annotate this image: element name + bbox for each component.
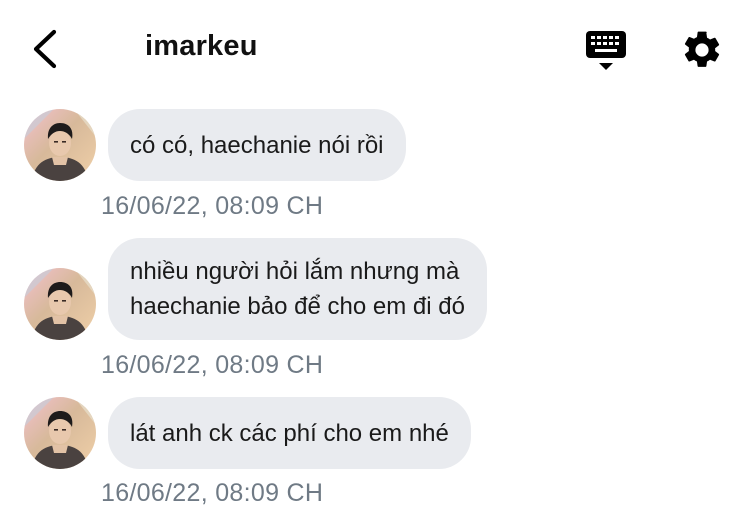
profile-photo xyxy=(24,268,96,340)
chevron-left-icon xyxy=(33,29,57,69)
back-button[interactable] xyxy=(26,26,66,72)
settings-button[interactable] xyxy=(680,28,724,72)
avatar[interactable] xyxy=(24,268,96,340)
avatar[interactable] xyxy=(24,397,96,469)
avatar[interactable] xyxy=(24,109,96,181)
message-text: nhiều người hỏi lắm nhưng mà haechanie b… xyxy=(130,258,465,320)
message-bubble[interactable]: lát anh ck các phí cho em nhé xyxy=(108,397,471,469)
keyboard-icon xyxy=(586,31,626,70)
message-timestamp: 16/06/22, 08:09 CH xyxy=(101,192,324,220)
keyboard-button[interactable] xyxy=(584,30,628,72)
message-timestamp: 16/06/22, 08:09 CH xyxy=(101,351,324,379)
message-bubble[interactable]: có có, haechanie nói rồi xyxy=(108,109,406,181)
profile-photo xyxy=(24,397,96,469)
message-bubble[interactable]: nhiều người hỏi lắm nhưng mà haechanie b… xyxy=(108,238,487,340)
conversation-title: imarkeu xyxy=(145,30,258,62)
profile-photo xyxy=(24,109,96,181)
chat-header: imarkeu xyxy=(0,0,750,96)
message-text: có có, haechanie nói rồi xyxy=(130,131,384,159)
message-timestamp: 16/06/22, 08:09 CH xyxy=(101,479,324,507)
message-text: lát anh ck các phí cho em nhé xyxy=(130,419,449,447)
gear-icon xyxy=(684,31,720,67)
